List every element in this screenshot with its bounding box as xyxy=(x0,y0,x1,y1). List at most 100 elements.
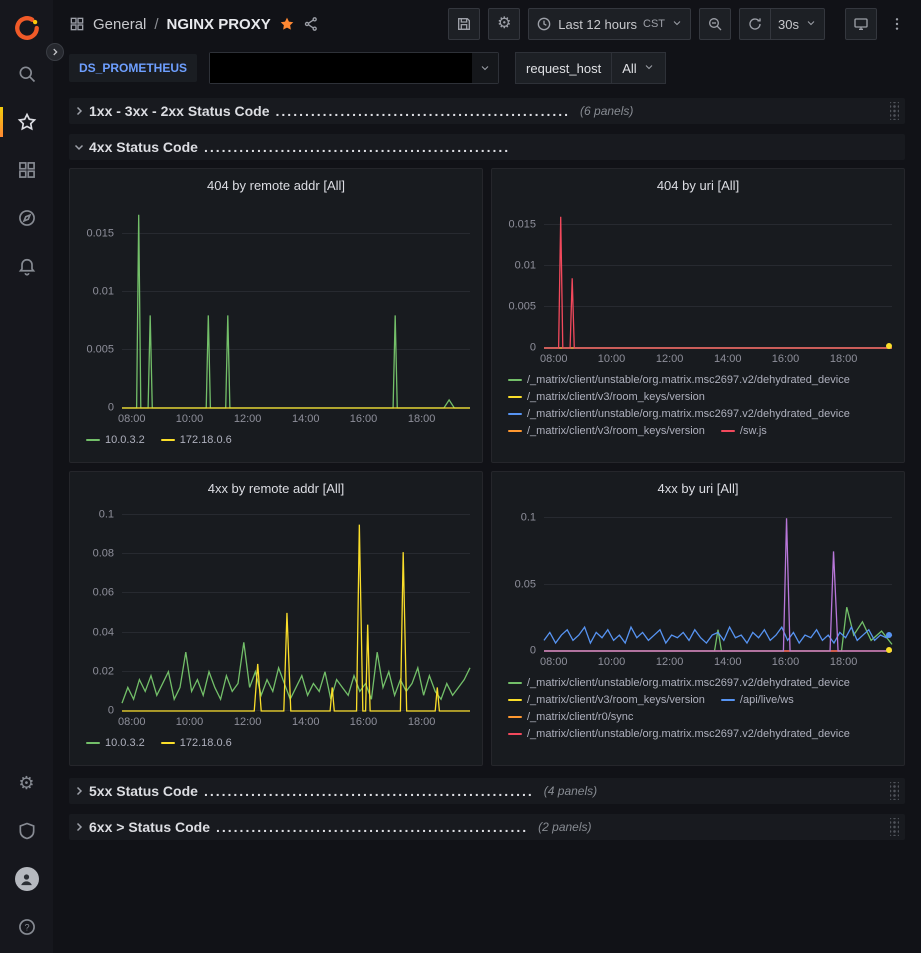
expand-sidebar-button[interactable] xyxy=(46,43,64,61)
chart-plot[interactable] xyxy=(544,505,892,651)
y-axis-label: 0.015 xyxy=(508,219,536,230)
x-axis-label: 12:00 xyxy=(656,656,684,668)
legend-item[interactable]: /_matrix/client/r0/sync xyxy=(508,711,633,723)
series-line xyxy=(122,215,470,408)
x-axis-label: 08:00 xyxy=(118,716,146,728)
refresh-interval-picker[interactable]: 30s xyxy=(771,8,825,40)
favorite-star-icon[interactable] xyxy=(279,16,295,32)
legend-swatch xyxy=(508,733,522,735)
legend-swatch xyxy=(508,413,522,415)
legend-item[interactable]: 172.18.0.6 xyxy=(161,434,232,446)
legend-label: 10.0.3.2 xyxy=(105,737,145,749)
save-icon xyxy=(456,16,472,32)
row-title-dots: ........................................… xyxy=(216,819,528,835)
breadcrumb-separator: / xyxy=(154,16,158,33)
y-axis-label: 0.05 xyxy=(515,579,536,590)
chevron-right-icon xyxy=(73,821,85,833)
dashboard-settings-button[interactable]: ⚙ xyxy=(488,8,520,40)
person-icon xyxy=(19,872,34,887)
chevron-down-icon xyxy=(73,141,85,153)
user-avatar[interactable] xyxy=(0,855,53,903)
request-host-label: request_host xyxy=(515,52,612,84)
share-icon[interactable] xyxy=(303,16,319,32)
legend-item[interactable]: /_matrix/client/v3/room_keys/version xyxy=(508,391,705,403)
legend-label: /_matrix/client/unstable/org.matrix.msc2… xyxy=(527,374,850,386)
x-axis-label: 10:00 xyxy=(176,413,204,425)
legend-swatch xyxy=(508,379,522,381)
legend-label: /_matrix/client/unstable/org.matrix.msc2… xyxy=(527,728,850,740)
datasource-select-redacted[interactable] xyxy=(209,52,499,84)
y-axis-label: 0.01 xyxy=(515,260,536,271)
alerting-bell-icon[interactable] xyxy=(0,242,53,290)
row-title-dots: ........................................… xyxy=(204,783,534,799)
grafana-logo[interactable] xyxy=(0,6,53,50)
chart-plot[interactable] xyxy=(544,202,892,348)
legend-item[interactable]: 10.0.3.2 xyxy=(86,434,145,446)
x-axis-label: 14:00 xyxy=(714,353,742,365)
dashboard-grid-icon xyxy=(69,16,85,32)
starred-icon[interactable] xyxy=(0,98,53,146)
explore-compass-icon[interactable] xyxy=(0,194,53,242)
panel-title[interactable]: 404 by remote addr [All] xyxy=(82,174,470,198)
panel-title[interactable]: 4xx by remote addr [All] xyxy=(82,477,470,501)
legend-item[interactable]: /_matrix/client/v3/room_keys/version xyxy=(508,694,705,706)
save-dashboard-button[interactable] xyxy=(448,8,480,40)
datasource-variable-label[interactable]: DS_PROMETHEUS xyxy=(69,54,197,82)
clock-icon xyxy=(536,16,552,32)
search-icon[interactable] xyxy=(0,50,53,98)
panel-title[interactable]: 404 by uri [All] xyxy=(504,174,892,198)
series-end-dot xyxy=(886,647,892,653)
request-host-select[interactable]: All xyxy=(612,52,665,84)
row-panel-count: (6 panels) xyxy=(580,104,633,118)
help-icon[interactable]: ? xyxy=(0,903,53,951)
x-axis-label: 08:00 xyxy=(540,353,568,365)
time-range-picker[interactable]: Last 12 hours CST xyxy=(528,8,691,40)
legend-swatch xyxy=(86,742,100,744)
legend-label: /_matrix/client/v3/room_keys/version xyxy=(527,391,705,403)
legend-item[interactable]: /sw.js xyxy=(721,425,767,437)
zoom-out-button[interactable] xyxy=(699,8,731,40)
legend-item[interactable]: /_matrix/client/unstable/org.matrix.msc2… xyxy=(508,677,850,689)
legend-item[interactable]: 10.0.3.2 xyxy=(86,737,145,749)
legend-item[interactable]: /_matrix/client/unstable/org.matrix.msc2… xyxy=(508,374,850,386)
legend-item[interactable]: /_matrix/client/unstable/org.matrix.msc2… xyxy=(508,728,850,740)
breadcrumb-section[interactable]: General xyxy=(93,16,146,33)
row-4xx-status-code[interactable]: 4xx Status Code ........................… xyxy=(69,134,905,160)
x-axis: 08:0010:0012:0014:0016:0018:00 xyxy=(544,654,892,670)
legend-label: /_matrix/client/unstable/org.matrix.msc2… xyxy=(527,677,850,689)
more-options-button[interactable] xyxy=(885,8,909,40)
legend-item[interactable]: /_matrix/client/v3/room_keys/version xyxy=(508,425,705,437)
chart-plot[interactable] xyxy=(122,505,470,711)
legend-label: 172.18.0.6 xyxy=(180,434,232,446)
row-drag-handle[interactable] xyxy=(890,818,899,836)
refresh-button[interactable] xyxy=(739,8,771,40)
row-1xx-3xx-2xx-status-code[interactable]: 1xx - 3xx - 2xx Status Code ............… xyxy=(69,98,905,124)
legend-item[interactable]: 172.18.0.6 xyxy=(161,737,232,749)
request-host-value: All xyxy=(622,61,636,76)
cycle-view-mode-button[interactable] xyxy=(845,8,877,40)
x-axis-label: 18:00 xyxy=(830,656,858,668)
x-axis-label: 14:00 xyxy=(292,413,320,425)
server-admin-shield-icon[interactable] xyxy=(0,807,53,855)
panel-4: 4xx by uri [All]00.050.108:0010:0012:001… xyxy=(491,471,905,766)
chart-plot[interactable] xyxy=(122,202,470,408)
row-6xx-status-code[interactable]: 6xx > Status Code ......................… xyxy=(69,814,905,840)
legend-label: 10.0.3.2 xyxy=(105,434,145,446)
main-area: General / NGINX PROXY ⚙ xyxy=(53,0,921,953)
legend-item[interactable]: /_matrix/client/unstable/org.matrix.msc2… xyxy=(508,408,850,420)
x-axis-label: 12:00 xyxy=(234,716,262,728)
legend: 10.0.3.2 172.18.0.6 xyxy=(82,737,470,759)
row-drag-handle[interactable] xyxy=(890,782,899,800)
legend-item[interactable]: /api/live/ws xyxy=(721,694,794,706)
panel-grid: 404 by remote addr [All]00.0050.010.0150… xyxy=(69,168,905,766)
y-axis-label: 0.1 xyxy=(99,509,114,520)
legend-swatch xyxy=(721,430,735,432)
chevron-down-icon xyxy=(472,53,498,83)
panel-title[interactable]: 4xx by uri [All] xyxy=(504,477,892,501)
dashboards-icon[interactable] xyxy=(0,146,53,194)
configuration-gear-icon[interactable]: ⚙ xyxy=(0,759,53,807)
row-5xx-status-code[interactable]: 5xx Status Code ........................… xyxy=(69,778,905,804)
timezone-label: CST xyxy=(643,18,665,30)
row-drag-handle[interactable] xyxy=(890,102,899,120)
x-axis: 08:0010:0012:0014:0016:0018:00 xyxy=(544,351,892,367)
